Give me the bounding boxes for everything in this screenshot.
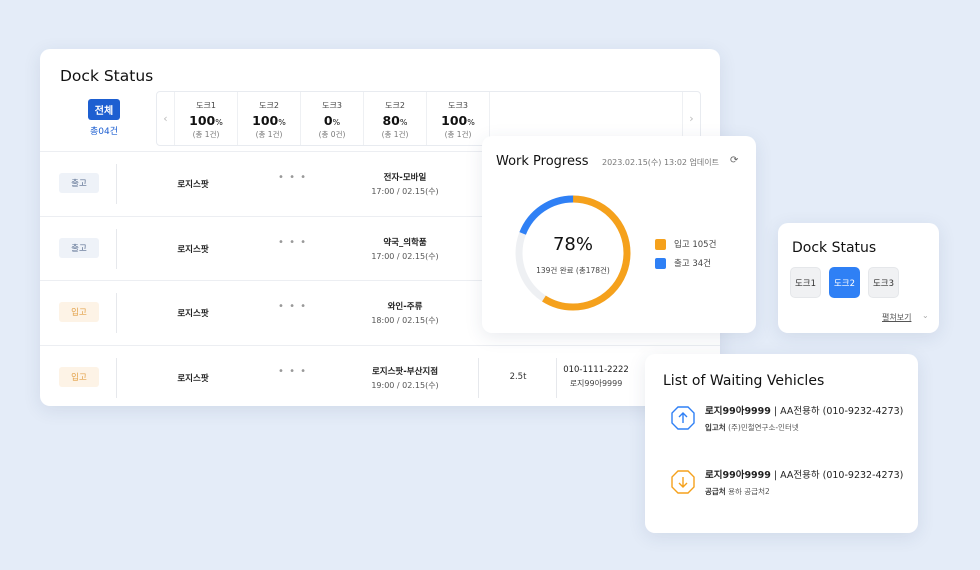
vehicle-info: 로지99아9999 | AA전용하 (010-9232-4273) — [705, 406, 904, 417]
all-badge[interactable]: 전체 — [87, 99, 121, 120]
tonnage: 2.5t — [509, 371, 527, 382]
all-count: 총04건 — [89, 127, 118, 137]
waiting-vehicles-panel: List of Waiting Vehicles 로지99아9999 | AA전… — [645, 354, 918, 533]
dock-percent: 80% — [382, 113, 408, 128]
company-name: 로지스팟 — [177, 309, 209, 319]
legend-label: 입고 105건 — [674, 240, 717, 250]
dock-2-button[interactable]: 도크2 — [829, 267, 860, 298]
divider — [116, 228, 117, 269]
dock-name: 도크2 — [259, 101, 279, 110]
arrow-up-octagon-icon — [671, 406, 695, 430]
contact-info: 010-1111-2222 로지99아9999 — [558, 365, 634, 389]
vehicle-supplier: 공급처 용하 공급처2 — [705, 487, 770, 496]
plate-number: 로지99아9999 — [569, 378, 623, 388]
progress-title: Work Progress — [496, 154, 589, 169]
cargo-time: 18:00 / 02.15(수) — [371, 316, 439, 325]
vehicle-destination: 입고처 (주)민철연구소-인터넷 — [705, 423, 799, 432]
all-docks-filter[interactable]: 전체 총04건 — [60, 99, 148, 137]
dock-name: 도크1 — [196, 101, 216, 110]
dock-total: (총 1건) — [255, 130, 283, 139]
phone-number: 010-1111-2222 — [563, 364, 629, 375]
dock-button-group: 도크1 도크2 도크3 — [790, 267, 899, 298]
progress-summary: 139건 완료 (총178건) — [536, 266, 610, 275]
cargo-time: 17:00 / 02.15(수) — [371, 251, 439, 261]
cargo-info: 전자-모바일 17:00 / 02.15(수) — [340, 171, 470, 197]
dock-total: (총 1건) — [444, 130, 472, 139]
more-icon[interactable]: • • • — [278, 366, 307, 377]
legend-label: 출고 34건 — [674, 259, 711, 269]
cargo-time: 17:00 / 02.15(수) — [371, 187, 439, 196]
updated-timestamp: 2023.02.15(수) 13:02 업데이트 — [602, 158, 719, 167]
waiting-title: List of Waiting Vehicles — [663, 373, 825, 389]
dock-cell[interactable]: 도크3 100% (총 1건) — [427, 92, 490, 145]
cargo-name: 전자-모바일 — [383, 173, 427, 183]
cargo-name: 와인-주류 — [387, 302, 423, 312]
legend-item: 입고 105건 — [655, 238, 716, 250]
legend-swatch — [655, 257, 666, 269]
divider — [556, 357, 557, 398]
dock-cell[interactable]: 도크1 100% (총 1건) — [175, 92, 238, 145]
panel-title: Dock Status — [60, 67, 154, 85]
more-icon[interactable]: • • • — [278, 301, 307, 312]
type-tag: 입고 — [59, 302, 99, 322]
mini-panel-title: Dock Status — [792, 240, 877, 256]
dock-3-button[interactable]: 도크3 — [868, 267, 899, 298]
company-name: 로지스팟 — [177, 373, 209, 384]
type-tag: 입고 — [59, 366, 99, 387]
dock-percent: 100% — [252, 113, 286, 128]
dock-status-mini-panel: Dock Status 도크1 도크2 도크3 펼쳐보기 ⌄ — [778, 223, 939, 333]
dock-cell[interactable]: 도크3 0% (총 0건) — [301, 92, 364, 145]
vehicle-info: 로지99아9999 | AA전용하 (010-9232-4273) — [705, 470, 904, 481]
cargo-info: 와인-주류 18:00 / 02.15(수) — [340, 300, 470, 326]
divider — [478, 357, 479, 398]
dock-total: (총 0건) — [318, 130, 346, 139]
divider — [116, 293, 117, 333]
dock-total: (총 1건) — [381, 130, 409, 139]
legend-swatch — [655, 238, 666, 250]
chevron-down-icon[interactable]: ⌄ — [922, 311, 929, 320]
cargo-info: 로지스팟-부산지점 19:00 / 02.15(수) — [340, 365, 470, 391]
cargo-name: 로지스팟-부산지점 — [371, 366, 439, 377]
table-row[interactable]: 입고 로지스팟 • • • 로지스팟-부산지점 19:00 / 02.15(수)… — [40, 344, 720, 407]
dock-total: (총 1건) — [192, 130, 220, 139]
cargo-time: 19:00 / 02.15(수) — [371, 380, 439, 390]
dock-cell[interactable]: 도크2 100% (총 1건) — [238, 92, 301, 145]
more-icon[interactable]: • • • — [278, 172, 307, 183]
progress-legend: 입고 105건 출고 34건 — [655, 238, 716, 276]
legend-item: 출고 34건 — [655, 257, 716, 269]
divider — [116, 357, 117, 398]
company-name: 로지스팟 — [177, 180, 209, 190]
company-name: 로지스팟 — [177, 244, 209, 255]
dock-percent: 100% — [441, 113, 475, 128]
dock-percent: 100% — [189, 113, 223, 128]
arrow-down-octagon-icon — [671, 470, 695, 494]
chevron-left-icon[interactable]: ‹ — [157, 92, 175, 145]
work-progress-panel: Work Progress 2023.02.15(수) 13:02 업데이트 ⟳… — [482, 136, 756, 333]
cargo-name: 약국_의학품 — [383, 237, 427, 248]
dock-percent: 0% — [323, 113, 341, 128]
expand-link[interactable]: 펼쳐보기 — [882, 312, 911, 323]
type-tag: 출고 — [59, 237, 99, 258]
refresh-icon[interactable]: ⟳ — [730, 155, 738, 166]
progress-percent: 78% — [552, 234, 593, 255]
divider — [116, 164, 117, 204]
more-icon[interactable]: • • • — [278, 237, 307, 248]
dock-name: 도크3 — [448, 101, 468, 110]
dock-cell[interactable]: 도크2 80% (총 1건) — [364, 92, 427, 145]
dock-name: 도크3 — [322, 101, 342, 110]
type-tag: 출고 — [59, 173, 99, 193]
dock-1-button[interactable]: 도크1 — [790, 267, 821, 298]
cargo-info: 약국_의학품 17:00 / 02.15(수) — [340, 236, 470, 262]
dock-name: 도크2 — [385, 101, 405, 110]
